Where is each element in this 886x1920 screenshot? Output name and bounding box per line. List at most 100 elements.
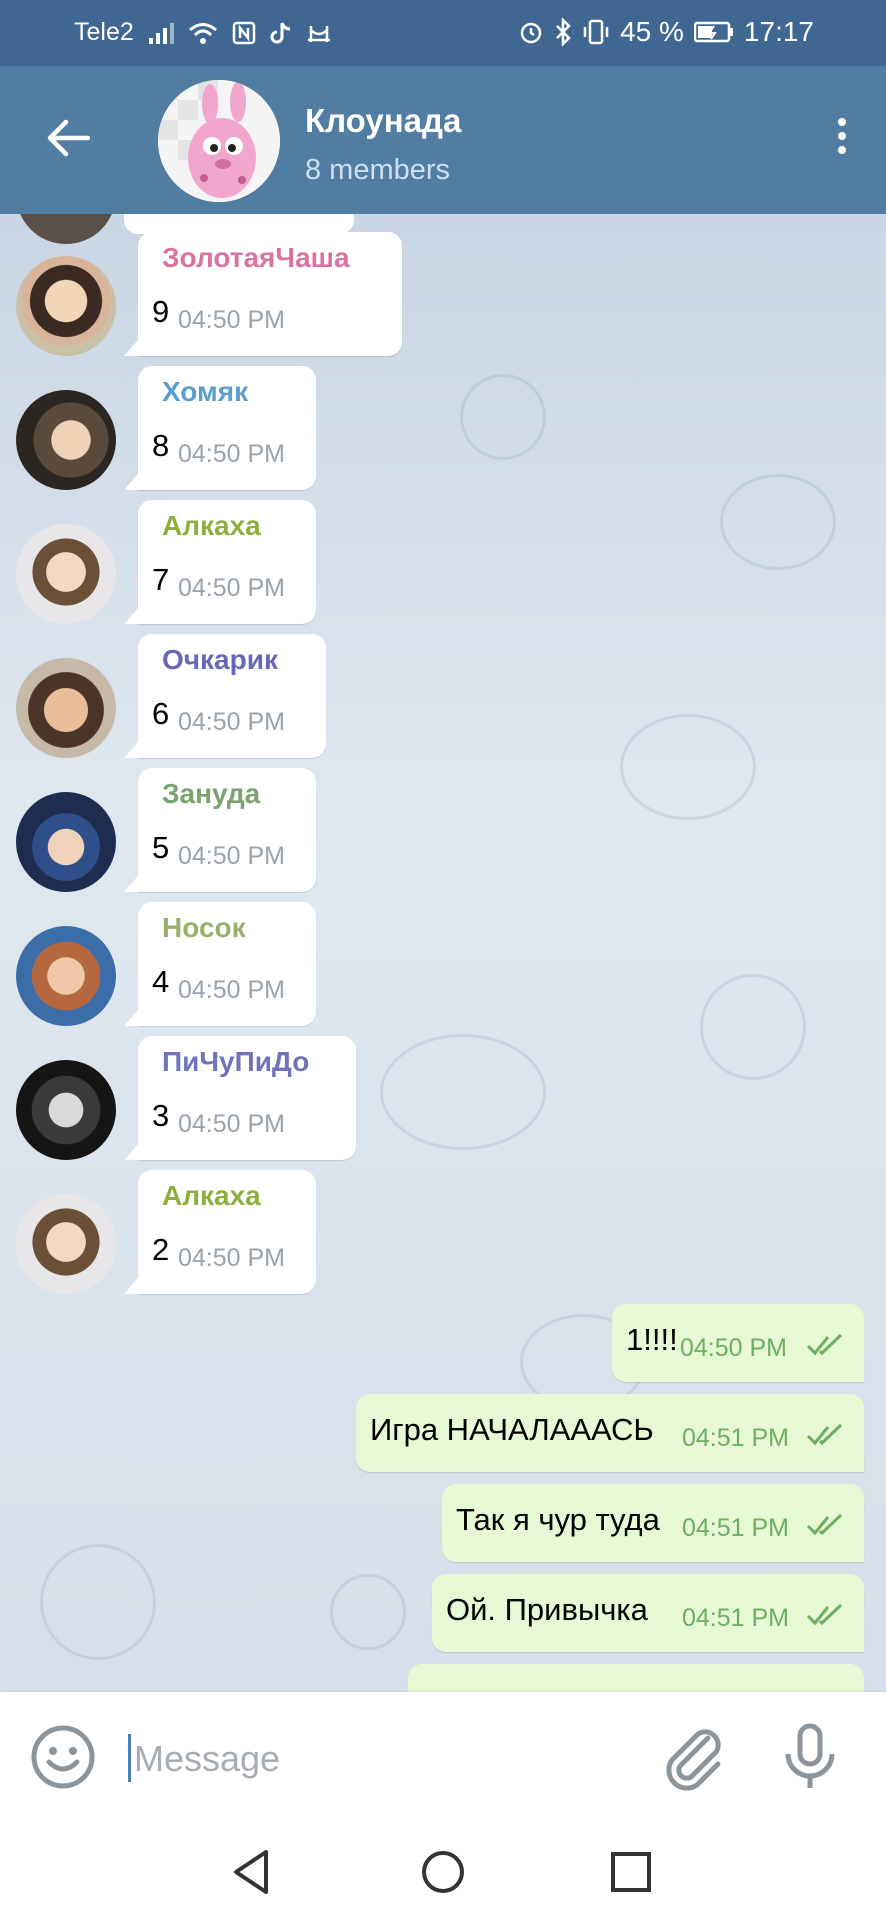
message-text: 6: [152, 696, 170, 731]
message-bubble[interactable]: Алкаха 7 04:50 PM: [124, 500, 316, 624]
message-bubble-outgoing-partial[interactable]: [408, 1664, 864, 1692]
message-row: Алкаха 7 04:50 PM: [0, 500, 886, 626]
message-text: 9: [152, 294, 170, 329]
vibrate-icon: [583, 19, 609, 45]
bridge-icon: [307, 25, 330, 42]
status-bar: Tele2 45 % 17:17: [0, 0, 886, 66]
members-count: 8 members: [305, 154, 451, 186]
message-time: 04:50 PM: [680, 1334, 788, 1362]
message-text: 2: [152, 1232, 170, 1267]
avatar[interactable]: [16, 390, 116, 490]
arrow-left-icon: [47, 119, 90, 157]
message-bubble[interactable]: Очкарик 6 04:50 PM: [124, 634, 326, 758]
read-check-icon: [806, 1513, 843, 1536]
message-row: Алкаха 2 04:50 PM: [0, 1170, 886, 1296]
read-check-icon: [806, 1423, 843, 1446]
message-text: 4: [152, 964, 170, 999]
message-text: 7: [152, 562, 170, 597]
bluetooth-icon: [556, 18, 571, 46]
message-composer: [0, 1692, 886, 1824]
message-row: Носок 4 04:50 PM: [0, 902, 886, 1028]
message-row: Очкарик 6 04:50 PM: [0, 634, 886, 760]
message-bubble[interactable]: ПиЧуПиДо 3 04:50 PM: [124, 1036, 356, 1160]
wifi-icon: [188, 22, 217, 44]
chat-title[interactable]: Клоунада: [305, 102, 461, 140]
message-text: 3: [152, 1098, 170, 1133]
message-input[interactable]: [132, 1728, 616, 1790]
avatar[interactable]: [16, 926, 116, 1026]
avatar[interactable]: [16, 658, 116, 758]
carrier-label: Tele2: [74, 18, 134, 46]
message-text: 5: [152, 830, 170, 865]
sender-name[interactable]: Носок: [162, 912, 246, 944]
avatar[interactable]: [16, 1194, 116, 1294]
back-button[interactable]: [40, 110, 96, 166]
nav-back-icon[interactable]: [226, 1846, 278, 1898]
message-bubble-outgoing[interactable]: Ой. Привычка 04:51 PM: [432, 1574, 864, 1652]
sender-name[interactable]: Зануда: [162, 778, 260, 810]
sender-name[interactable]: ЗолотаяЧаша: [162, 242, 350, 274]
read-check-icon: [806, 1333, 843, 1356]
paperclip-icon[interactable]: [660, 1722, 730, 1792]
sender-name[interactable]: ПиЧуПиДо: [162, 1046, 309, 1078]
message-bubble[interactable]: Алкаха 2 04:50 PM: [124, 1170, 316, 1294]
message-bubble-outgoing[interactable]: 1!!!! 04:50 PM: [612, 1304, 864, 1382]
message-bubble-partial: [124, 214, 354, 234]
message-text: Так я чур туда: [456, 1502, 660, 1537]
group-avatar-image: [158, 80, 280, 202]
message-time: 04:50 PM: [178, 306, 286, 334]
message-time: 04:51 PM: [682, 1514, 790, 1542]
clock: 17:17: [743, 16, 814, 47]
sender-name[interactable]: Алкаха: [162, 1180, 261, 1212]
message-row: Хомяк 8 04:50 PM: [0, 366, 886, 492]
message-bubble[interactable]: ЗолотаяЧаша 9 04:50 PM: [124, 232, 402, 356]
message-text: Ой. Привычка: [446, 1592, 648, 1627]
text-cursor: [128, 1734, 131, 1782]
message-bubble[interactable]: Носок 4 04:50 PM: [124, 902, 316, 1026]
nav-home-icon[interactable]: [417, 1846, 469, 1898]
message-time: 04:50 PM: [178, 440, 286, 468]
system-navigation-bar: [0, 1824, 886, 1920]
message-time: 04:50 PM: [178, 1244, 286, 1272]
message-bubble[interactable]: Зануда 5 04:50 PM: [124, 768, 316, 892]
message-time: 04:51 PM: [682, 1604, 790, 1632]
microphone-icon[interactable]: [780, 1722, 840, 1792]
message-row: ПиЧуПиДо 3 04:50 PM: [0, 1036, 886, 1162]
read-check-icon: [806, 1603, 843, 1626]
message-bubble-outgoing[interactable]: Так я чур туда 04:51 PM: [442, 1484, 864, 1562]
message-text: 1!!!!: [626, 1322, 678, 1357]
battery-icon: [693, 21, 733, 43]
chat-header: Клоунада 8 members: [0, 66, 886, 214]
more-menu-button[interactable]: [830, 112, 854, 168]
sender-name[interactable]: Хомяк: [162, 376, 248, 408]
chat-history[interactable]: ЗолотаяЧаша 9 04:50 PM Хомяк 8 04:50 PM …: [0, 214, 886, 1692]
wallpaper-doodle: [330, 1574, 406, 1650]
message-bubble-outgoing[interactable]: Игра НАЧАЛАААСЬ 04:51 PM: [356, 1394, 864, 1472]
message-text: 8: [152, 428, 170, 463]
message-time: 04:50 PM: [178, 976, 286, 1004]
message-bubble[interactable]: Хомяк 8 04:50 PM: [124, 366, 316, 490]
sender-name[interactable]: Алкаха: [162, 510, 261, 542]
message-time: 04:50 PM: [178, 1110, 286, 1138]
signal-icon: [148, 22, 174, 44]
message-row: ЗолотаяЧаша 9 04:50 PM: [0, 232, 886, 358]
message-text: Игра НАЧАЛАААСЬ: [370, 1412, 654, 1447]
nfc-icon: [232, 21, 256, 44]
sender-name[interactable]: Очкарик: [162, 644, 278, 676]
wallpaper-doodle: [40, 1544, 156, 1660]
nav-recents-icon[interactable]: [605, 1846, 657, 1898]
tiktok-icon: [270, 21, 290, 43]
avatar[interactable]: [16, 524, 116, 624]
message-time: 04:50 PM: [178, 708, 286, 736]
emoji-icon[interactable]: [30, 1724, 96, 1790]
group-avatar[interactable]: [158, 80, 280, 202]
message-time: 04:50 PM: [178, 842, 286, 870]
battery-percent: 45 %: [620, 16, 684, 47]
avatar[interactable]: [16, 256, 116, 356]
message-time: 04:50 PM: [178, 574, 286, 602]
avatar[interactable]: [16, 1060, 116, 1160]
message-row: Зануда 5 04:50 PM: [0, 768, 886, 894]
alarm-icon: [520, 22, 542, 44]
message-time: 04:51 PM: [682, 1424, 790, 1452]
avatar[interactable]: [16, 792, 116, 892]
